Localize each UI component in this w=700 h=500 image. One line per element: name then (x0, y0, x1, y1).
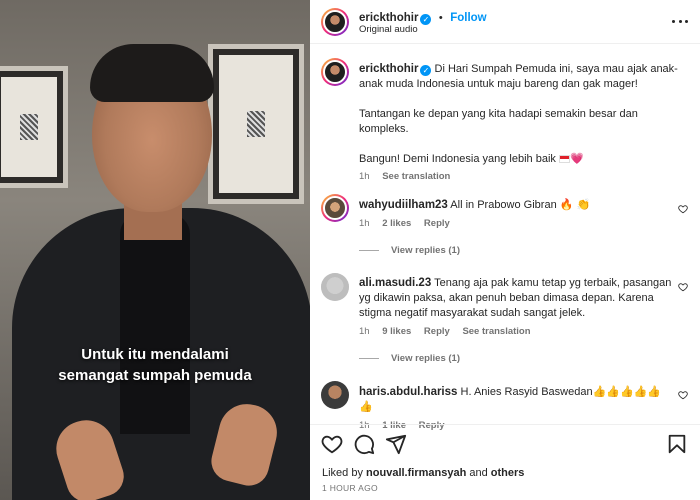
comment: wahyudiilham23 All in Prabowo Gibran 🔥 👏… (359, 198, 669, 256)
indonesia-flag-icon (558, 155, 570, 163)
caption-username[interactable]: erickthohir (359, 63, 418, 75)
liked-by: Liked by nouvall.firmansyah and others (322, 467, 524, 479)
caption-time: 1h (359, 171, 370, 182)
liked-by-user[interactable]: nouvall.firmansyah (366, 467, 466, 479)
comment: ali.masudi.23 Tenang aja pak kamu tetap … (359, 276, 681, 364)
video-caption-line: semangat sumpah pemuda (58, 367, 252, 384)
caption-text: Bangun! Demi Indonesia yang lebih baik (359, 153, 556, 165)
comment-icon[interactable] (353, 433, 375, 455)
share-icon[interactable] (385, 433, 407, 455)
comment-like-heart-icon[interactable] (678, 282, 688, 292)
video-caption: Untuk itu mendalami semangat sumpah pemu… (0, 344, 310, 386)
comment-avatar[interactable] (321, 381, 349, 409)
more-options-icon[interactable] (672, 20, 688, 24)
liked-by-and: and (469, 467, 488, 479)
pink-heart-emoji: 💗 (569, 153, 584, 165)
liked-by-others[interactable]: others (491, 467, 525, 479)
comment-text: H. Anies Rasyid Baswedan (460, 386, 593, 398)
comment-time: 1h (359, 326, 370, 337)
heart-icon[interactable] (321, 433, 343, 455)
comment-username[interactable]: haris.abdul.hariss (359, 386, 457, 398)
speaker-shirt (120, 214, 190, 434)
view-replies-button[interactable]: View replies (1) (359, 245, 669, 256)
comment-likes[interactable]: 2 likes (382, 218, 411, 229)
dot-separator: • (438, 12, 443, 24)
post-header: erickthohir ✓ • Follow Original audio (310, 0, 700, 44)
reply-button[interactable]: Reply (424, 218, 450, 229)
verified-badge-icon: ✓ (420, 65, 432, 76)
caption-text: Tantangan ke depan yang kita hadapi sema… (359, 108, 638, 135)
background-frame-right (208, 44, 304, 204)
speaker-hair (90, 44, 214, 102)
author-username[interactable]: erickthohir (359, 12, 418, 24)
bookmark-icon[interactable] (666, 433, 688, 455)
reply-button[interactable]: Reply (424, 326, 450, 337)
video-caption-line: Untuk itu mendalami (81, 346, 229, 363)
post-caption: erickthohir ✓ Di Hari Sumpah Pemuda ini, … (359, 62, 689, 182)
post-media[interactable]: Untuk itu mendalami semangat sumpah pemu… (0, 0, 310, 500)
post-panel: erickthohir ✓ • Follow Original audio eri… (310, 0, 700, 500)
background-frame-left (0, 66, 68, 188)
follow-button[interactable]: Follow (450, 12, 486, 24)
comment-time: 1h (359, 218, 370, 229)
comment-avatar[interactable] (321, 194, 349, 222)
see-translation-link[interactable]: See translation (382, 171, 450, 182)
caption-avatar[interactable] (321, 58, 349, 86)
see-translation-link[interactable]: See translation (462, 326, 530, 337)
post-timestamp: 1 HOUR AGO (322, 483, 378, 493)
comment-avatar[interactable] (321, 273, 349, 301)
audio-label[interactable]: Original audio (359, 24, 418, 35)
author-avatar[interactable] (321, 8, 349, 36)
comment-username[interactable]: wahyudiilham23 (359, 199, 448, 211)
comment-emoji: 🔥 👏 (559, 199, 591, 211)
comment-username[interactable]: ali.masudi.23 (359, 277, 431, 289)
comment-like-heart-icon[interactable] (678, 390, 688, 400)
comment-like-heart-icon[interactable] (678, 204, 688, 214)
liked-by-prefix: Liked by (322, 467, 363, 479)
view-replies-button[interactable]: View replies (1) (359, 353, 681, 364)
verified-badge-icon: ✓ (420, 14, 432, 25)
comment-text: All in Prabowo Gibran (450, 199, 557, 211)
post-actions: Liked by nouvall.firmansyah and others 1… (310, 424, 700, 500)
comment-likes[interactable]: 9 likes (382, 326, 411, 337)
